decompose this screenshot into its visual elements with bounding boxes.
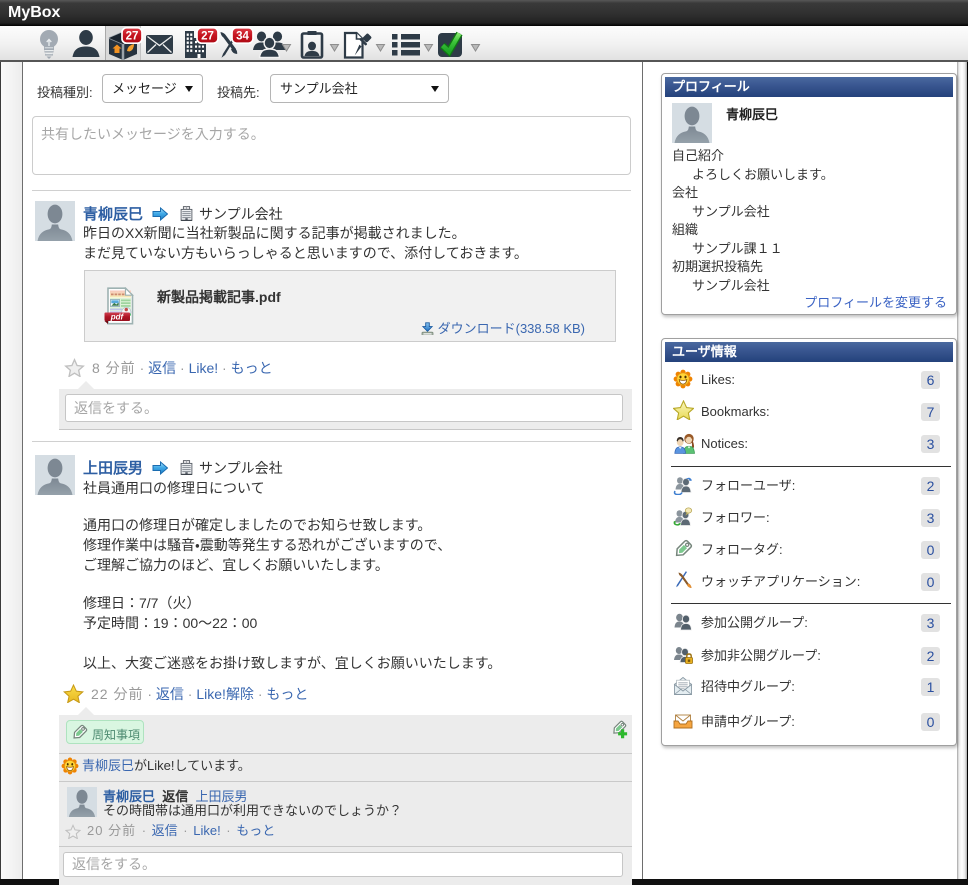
svg-text:34: 34 xyxy=(236,30,249,42)
svg-text:27: 27 xyxy=(126,30,139,42)
svg-text:27: 27 xyxy=(201,30,214,42)
